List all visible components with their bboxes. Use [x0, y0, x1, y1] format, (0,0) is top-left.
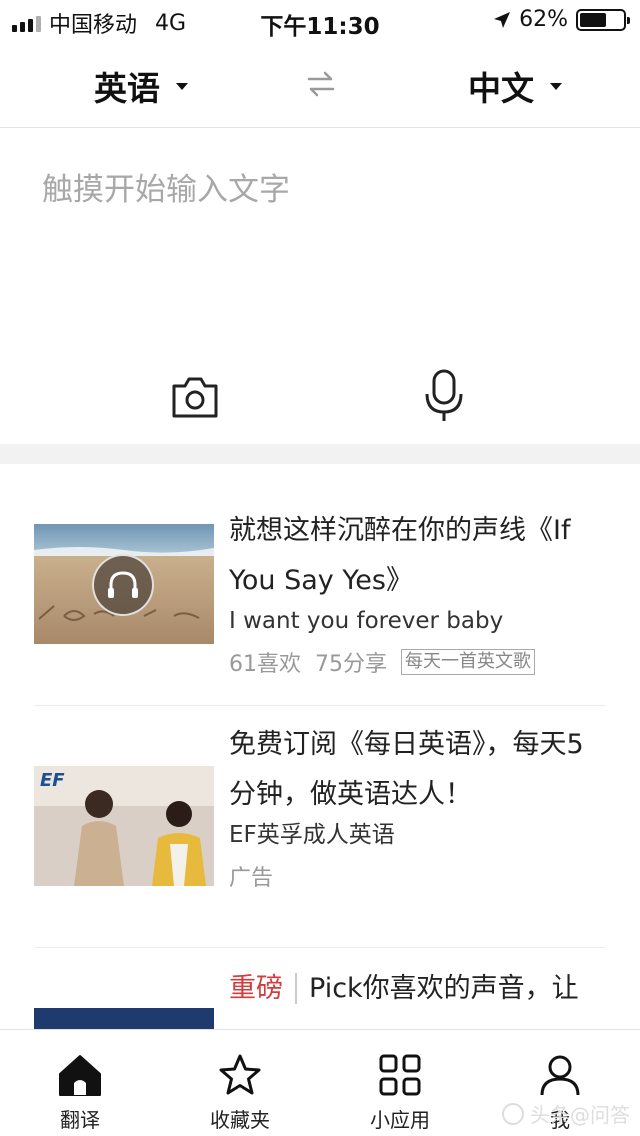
song-subtitle: I want you forever baby — [229, 608, 504, 634]
battery-percent: 62% — [519, 7, 568, 32]
feature-title[interactable]: 重磅 Pick你喜欢的声音，让 — [229, 964, 606, 1014]
watermark-text: 头条@问答 — [530, 1103, 630, 1127]
watermark: 头条@问答 — [502, 1099, 630, 1128]
feature-card-text: 重磅 Pick你喜欢的声音，让 — [229, 964, 606, 1014]
apps-grid-icon — [379, 1054, 421, 1096]
translation-input-area[interactable]: 触摸开始输入文字 — [0, 128, 640, 444]
status-right: 62% — [493, 7, 630, 32]
headphones-button[interactable] — [92, 554, 154, 616]
ad-meta: 广告 — [229, 860, 606, 892]
camera-icon[interactable] — [170, 372, 220, 422]
feed-card-feature[interactable]: 重磅 Pick你喜欢的声音，让 — [34, 948, 606, 1029]
tab-label-translate: 翻译 — [60, 1108, 100, 1132]
feature-title-text: Pick你喜欢的声音，让 — [309, 973, 579, 1004]
source-language-selector[interactable]: 英语 — [94, 62, 188, 110]
microphone-icon[interactable] — [422, 368, 466, 424]
feed-card-ad[interactable]: EF 免费订阅《每日英语》，每天5分钟，做英语达人！ EF英孚成人英语 广告 — [34, 706, 606, 948]
song-card-text: 就想这样沉醉在你的声线《If You Say Yes》 I want you f… — [229, 506, 606, 678]
caret-down-icon — [176, 82, 188, 90]
swap-arrows-icon[interactable] — [305, 68, 337, 100]
tab-label-favorites: 收藏夹 — [210, 1108, 270, 1132]
bottom-tab-bar: 翻译 收藏夹 小应用 我 头条@问答 — [0, 1029, 640, 1136]
song-meta: 61喜欢 75分享 每天一首英文歌 — [229, 646, 606, 678]
user-icon — [540, 1055, 580, 1096]
language-bar: 英语 中文 — [0, 42, 640, 128]
song-title[interactable]: 就想这样沉醉在你的声线《If You Say Yes》 — [229, 506, 606, 606]
ad-card-text: 免费订阅《每日英语》，每天5分钟，做英语达人！ EF英孚成人英语 广告 — [229, 720, 606, 892]
feature-thumbnail[interactable] — [34, 1008, 214, 1029]
tab-translate[interactable]: 翻译 — [0, 1030, 160, 1136]
tab-favorites[interactable]: 收藏夹 — [160, 1030, 320, 1136]
section-divider — [0, 444, 640, 464]
ef-logo: EF — [40, 770, 65, 791]
content-feed: 就想这样沉醉在你的声线《If You Say Yes》 I want you f… — [0, 464, 640, 1029]
headline-tag: 重磅 — [229, 973, 297, 1004]
caret-down-icon — [550, 82, 562, 90]
song-thumbnail[interactable] — [34, 524, 214, 644]
source-language-label: 英语 — [94, 69, 160, 108]
ad-label: 广告 — [229, 866, 274, 891]
category-tag[interactable]: 每天一首英文歌 — [401, 649, 535, 675]
input-placeholder[interactable]: 触摸开始输入文字 — [42, 164, 290, 209]
tab-label-mini-apps: 小应用 — [370, 1108, 430, 1132]
ad-thumbnail[interactable]: EF — [34, 766, 214, 886]
ad-advertiser: EF英孚成人英语 — [229, 822, 395, 848]
shares-count: 75分享 — [315, 652, 387, 677]
target-language-selector[interactable]: 中文 — [468, 62, 562, 110]
battery-fill — [580, 12, 607, 27]
home-icon — [59, 1055, 101, 1096]
feed-card-song[interactable]: 就想这样沉醉在你的声线《If You Say Yes》 I want you f… — [34, 494, 606, 706]
location-arrow-icon — [494, 11, 511, 28]
target-language-label: 中文 — [468, 69, 534, 108]
tab-mini-apps[interactable]: 小应用 — [320, 1030, 480, 1136]
battery-icon — [576, 8, 630, 31]
watermark-logo-icon — [502, 1102, 524, 1125]
likes-count: 61喜欢 — [229, 652, 301, 677]
headphones-icon — [108, 571, 138, 598]
star-icon — [219, 1054, 261, 1095]
status-bar: 中国移动 4G 下午11:30 62% — [0, 0, 640, 42]
ad-title[interactable]: 免费订阅《每日英语》，每天5分钟，做英语达人！ — [229, 720, 606, 820]
